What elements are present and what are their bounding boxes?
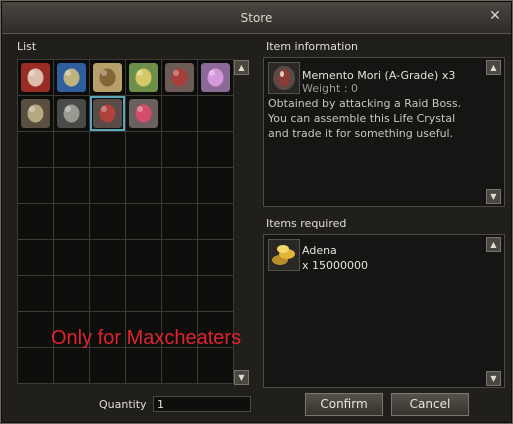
- green-orb-icon: [129, 63, 158, 92]
- item-slot[interactable]: [198, 168, 234, 204]
- item-description-line-2: You can assemble this Life Crystal: [268, 112, 456, 125]
- item-slot[interactable]: [18, 96, 54, 132]
- purple-potion-icon: [201, 63, 230, 92]
- red-crystal-icon: [165, 63, 194, 92]
- store-window: Store ✕ List ▲ ▼ Item information Mement…: [0, 0, 513, 424]
- item-slot[interactable]: [90, 96, 126, 132]
- item-slot[interactable]: [90, 204, 126, 240]
- info-scroll-down-icon[interactable]: ▼: [486, 189, 501, 204]
- parchment-scroll-icon: [93, 63, 122, 92]
- item-information-panel: Memento Mori (A-Grade) x3 Weight : 0 Obt…: [263, 57, 505, 207]
- item-slot[interactable]: [162, 132, 198, 168]
- title-bar[interactable]: Store ✕: [2, 2, 511, 34]
- items-required-label: Items required: [266, 217, 347, 230]
- close-icon[interactable]: ✕: [488, 9, 502, 23]
- adena-icon-frame: [268, 239, 300, 271]
- item-slot[interactable]: [126, 276, 162, 312]
- adena-coins-icon: [272, 245, 295, 265]
- item-slot[interactable]: [18, 240, 54, 276]
- item-slot[interactable]: [18, 312, 54, 348]
- item-slot[interactable]: [18, 132, 54, 168]
- item-slot[interactable]: [126, 60, 162, 96]
- item-slot[interactable]: [90, 240, 126, 276]
- confirm-button[interactable]: Confirm: [305, 393, 383, 416]
- memento-mori-icon: [93, 99, 122, 128]
- item-slot[interactable]: [198, 276, 234, 312]
- item-slot[interactable]: [18, 204, 54, 240]
- item-slot[interactable]: [198, 240, 234, 276]
- item-slot[interactable]: [90, 276, 126, 312]
- item-description-line-1: Obtained by attacking a Raid Boss.: [268, 97, 462, 110]
- item-slot[interactable]: [18, 348, 54, 384]
- item-slot[interactable]: [54, 96, 90, 132]
- item-slot[interactable]: [162, 168, 198, 204]
- item-slot[interactable]: [126, 348, 162, 384]
- quantity-label: Quantity: [99, 398, 147, 411]
- item-slot[interactable]: [198, 204, 234, 240]
- item-slot[interactable]: [126, 204, 162, 240]
- item-slot[interactable]: [198, 132, 234, 168]
- quantity-input[interactable]: 1: [153, 396, 251, 412]
- item-slot[interactable]: [162, 204, 198, 240]
- item-slot[interactable]: [198, 348, 234, 384]
- armor-chest-icon: [21, 99, 50, 128]
- item-slot[interactable]: [54, 348, 90, 384]
- item-slot[interactable]: [54, 204, 90, 240]
- item-slot[interactable]: [54, 276, 90, 312]
- item-slot[interactable]: [18, 60, 54, 96]
- item-slot[interactable]: [162, 276, 198, 312]
- item-info-icon-frame: [268, 62, 300, 94]
- item-slot[interactable]: [54, 132, 90, 168]
- item-slot[interactable]: [162, 240, 198, 276]
- item-slot[interactable]: [54, 240, 90, 276]
- required-item-amount: x 15000000: [302, 259, 368, 272]
- item-slot[interactable]: [162, 60, 198, 96]
- item-slot[interactable]: [54, 60, 90, 96]
- blue-scroll-icon: [57, 63, 86, 92]
- item-slot[interactable]: [126, 96, 162, 132]
- window-title: Store: [240, 11, 273, 25]
- list-scroll-up-icon[interactable]: ▲: [234, 60, 249, 75]
- item-slot[interactable]: [90, 132, 126, 168]
- item-slot[interactable]: [18, 276, 54, 312]
- spider-bug-icon: [57, 99, 86, 128]
- red-gift-box-icon: [21, 63, 50, 92]
- item-slot[interactable]: [198, 60, 234, 96]
- item-slot[interactable]: [126, 168, 162, 204]
- list-scroll-down-icon[interactable]: ▼: [234, 370, 249, 385]
- item-slot[interactable]: [54, 168, 90, 204]
- memento-mori-icon: [273, 66, 295, 90]
- item-slot[interactable]: [90, 168, 126, 204]
- watermark-text: Only for Maxcheaters: [51, 327, 242, 349]
- item-slot[interactable]: [198, 96, 234, 132]
- item-slot[interactable]: [162, 348, 198, 384]
- item-slot[interactable]: [90, 60, 126, 96]
- cancel-button[interactable]: Cancel: [391, 393, 469, 416]
- item-slot[interactable]: [126, 132, 162, 168]
- list-label: List: [17, 40, 37, 53]
- info-scroll-up-icon[interactable]: ▲: [486, 60, 501, 75]
- pink-orb-icon: [129, 99, 158, 128]
- item-slot[interactable]: [162, 96, 198, 132]
- required-scroll-down-icon[interactable]: ▼: [486, 371, 501, 386]
- item-weight: Weight : 0: [302, 82, 359, 95]
- item-slot[interactable]: [18, 168, 54, 204]
- item-information-label: Item information: [266, 40, 359, 53]
- item-slot[interactable]: [126, 240, 162, 276]
- required-scroll-up-icon[interactable]: ▲: [486, 237, 501, 252]
- items-required-panel: Adena x 15000000 ▲ ▼: [263, 234, 505, 388]
- required-item-name: Adena: [302, 244, 337, 257]
- item-slot[interactable]: [90, 348, 126, 384]
- item-description-line-3: and trade it for something useful.: [268, 127, 454, 140]
